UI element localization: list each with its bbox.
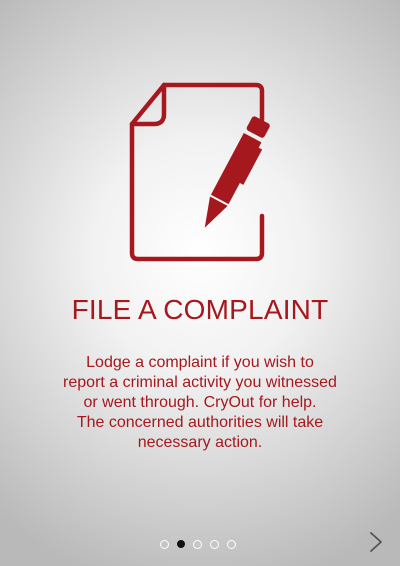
- page-title: FILE A COMPLAINT: [71, 294, 329, 325]
- description-line: Lodge a complaint if you wish to: [86, 354, 314, 371]
- page-dot-2-active[interactable]: [177, 540, 185, 548]
- page-dot-3[interactable]: [193, 539, 202, 549]
- description-line: necessary action.: [137, 434, 263, 451]
- description-text: Lodge a complaint if you wish to report …: [40, 353, 360, 453]
- page-indicator: [0, 538, 398, 550]
- chevron-right-icon: [370, 532, 382, 552]
- onboarding-screen: FILE A COMPLAINT Lodge a complaint if yo…: [0, 0, 400, 566]
- description-line: report a criminal activity you witnessed: [63, 374, 337, 391]
- document-pen-icon: [129, 82, 270, 262]
- page-dot-5[interactable]: [227, 539, 236, 549]
- page-dot-4[interactable]: [210, 539, 219, 549]
- description-line: The concerned authorities will take: [76, 414, 324, 431]
- page-dot-1[interactable]: [160, 539, 169, 549]
- description-line: or went through. CryOut for help.: [83, 394, 317, 411]
- next-button[interactable]: [368, 530, 384, 554]
